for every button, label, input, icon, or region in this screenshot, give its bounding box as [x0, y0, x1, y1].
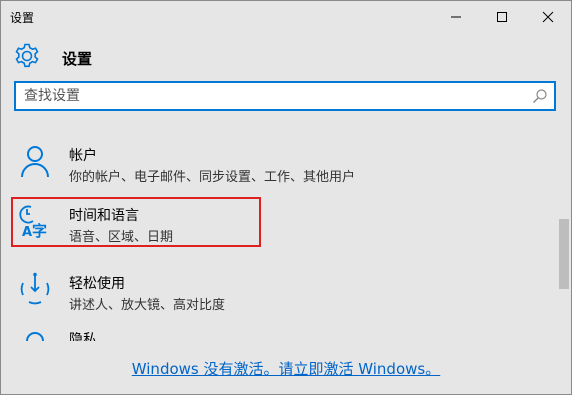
list-item-accounts[interactable]: 帐户 你的帐户、电子邮件、同步设置、工作、其他用户: [11, 131, 531, 189]
gear-icon: [15, 43, 39, 68]
search-box[interactable]: [14, 81, 556, 111]
svg-text:字: 字: [32, 222, 47, 239]
app-header: 设置: [1, 37, 571, 77]
lock-icon: [26, 332, 44, 341]
scrollbar[interactable]: [557, 125, 571, 341]
list-item-description: 讲述人、放大镜、高对比度: [69, 298, 226, 313]
scrollbar-thumb[interactable]: [559, 219, 569, 289]
list-item-description: 语音、区域、日期: [69, 230, 174, 245]
close-button[interactable]: [525, 1, 571, 33]
maximize-button[interactable]: [479, 1, 525, 33]
list-item-label: 轻松使用: [69, 276, 125, 292]
activation-link[interactable]: Windows 没有激活。请立即激活 Windows。: [1, 358, 571, 379]
list-item-description: 你的帐户、电子邮件、同步设置、工作、其他用户: [69, 170, 356, 185]
title-bar[interactable]: 设置: [1, 1, 571, 33]
minimize-button[interactable]: [433, 1, 479, 33]
list-item-label: 隐私: [69, 332, 97, 341]
settings-window: 设置 设置 查找设置 帐户 你的帐户、电子邮件、同步设置、工作、其他用户 A 字…: [0, 0, 572, 395]
list-item-label: 帐户: [69, 148, 97, 164]
minimize-icon: [451, 16, 461, 18]
list-item-ease-of-access[interactable]: 轻松使用 讲述人、放大镜、高对比度: [11, 259, 531, 317]
list-item-label: 时间和语言: [69, 208, 139, 224]
window-title: 设置: [10, 11, 35, 25]
list-item-time-language[interactable]: A 字 时间和语言 语音、区域、日期: [11, 197, 261, 247]
page-title: 设置: [62, 50, 93, 68]
svg-text:A: A: [22, 225, 32, 239]
ease-of-access-icon: [20, 272, 50, 305]
time-language-icon: A 字: [19, 205, 47, 239]
list-item-privacy[interactable]: 隐私: [11, 315, 531, 341]
search-input[interactable]: [24, 86, 524, 106]
close-icon: [542, 11, 554, 23]
user-icon: [21, 146, 49, 178]
maximize-icon: [497, 12, 507, 22]
settings-list: 帐户 你的帐户、电子邮件、同步设置、工作、其他用户 A 字 时间和语言 语音、区…: [1, 125, 557, 341]
search-icon[interactable]: [532, 88, 548, 104]
